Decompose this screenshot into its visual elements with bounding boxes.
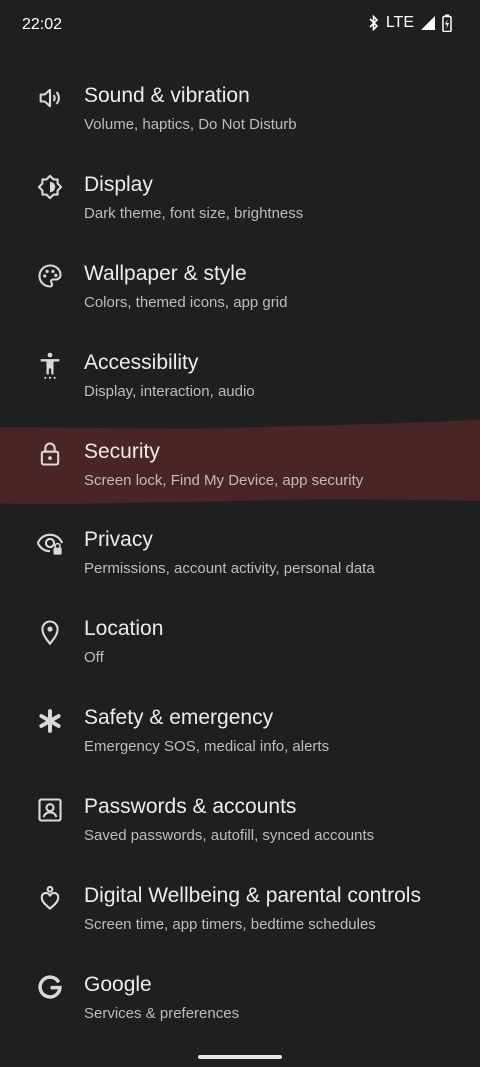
settings-item-wellbeing[interactable]: Digital Wellbeing & parental controls Sc… bbox=[0, 854, 480, 943]
status-bar: 22:02 LTE bbox=[0, 0, 480, 52]
settings-item-google[interactable]: Google Services & preferences bbox=[0, 943, 480, 1032]
settings-item-title: Security bbox=[84, 439, 160, 463]
speaker-icon bbox=[36, 84, 64, 112]
settings-item-subtitle: Permissions, account activity, personal … bbox=[84, 560, 375, 578]
settings-item-subtitle: Off bbox=[84, 649, 104, 667]
settings-item-title: Privacy bbox=[84, 528, 153, 552]
settings-item-title: Google bbox=[84, 972, 152, 996]
settings-item-passwords[interactable]: Passwords & accounts Saved passwords, au… bbox=[0, 765, 480, 854]
eye-lock-icon bbox=[36, 529, 64, 557]
brightness-icon bbox=[36, 173, 64, 201]
settings-item-title: Safety & emergency bbox=[84, 706, 274, 730]
settings-item-subtitle: Display, interaction, audio bbox=[84, 382, 255, 400]
settings-item-privacy[interactable]: Privacy Permissions, account activity, p… bbox=[0, 498, 480, 587]
asterisk-icon bbox=[36, 707, 64, 735]
settings-item-subtitle: Emergency SOS, medical info, alerts bbox=[84, 738, 330, 756]
settings-item-safety[interactable]: Safety & emergency Emergency SOS, medica… bbox=[0, 676, 480, 765]
settings-item-title: Digital Wellbeing & parental controls bbox=[84, 884, 421, 908]
account-box-icon bbox=[36, 796, 64, 824]
settings-item-title: Passwords & accounts bbox=[84, 795, 297, 819]
status-icons: LTE bbox=[368, 14, 452, 32]
settings-item-subtitle: Volume, haptics, Do Not Disturb bbox=[84, 116, 297, 133]
network-type: LTE bbox=[385, 14, 414, 31]
settings-item-subtitle: Services & preferences bbox=[84, 1004, 240, 1022]
settings-item-subtitle: Saved passwords, autofill, synced accoun… bbox=[84, 827, 375, 845]
status-time: 22:02 bbox=[22, 16, 63, 33]
location-pin-icon bbox=[36, 618, 64, 646]
signal-icon bbox=[420, 15, 436, 31]
lock-icon bbox=[36, 440, 64, 468]
battery-icon bbox=[442, 14, 452, 32]
gesture-nav-handle[interactable] bbox=[198, 1055, 282, 1059]
settings-item-title: Wallpaper & style bbox=[84, 261, 247, 285]
bluetooth-icon bbox=[368, 15, 380, 31]
settings-item-title: Display bbox=[84, 172, 153, 196]
settings-list: Sound & vibration Volume, haptics, Do No… bbox=[0, 54, 480, 1032]
wellbeing-heart-icon bbox=[36, 884, 64, 912]
settings-item-title: Sound & vibration bbox=[84, 84, 250, 107]
settings-item-sound[interactable]: Sound & vibration Volume, haptics, Do No… bbox=[0, 54, 480, 143]
settings-item-subtitle: Colors, themed icons, app grid bbox=[84, 293, 288, 311]
settings-item-title: Location bbox=[84, 617, 164, 641]
settings-item-wallpaper[interactable]: Wallpaper & style Colors, themed icons, … bbox=[0, 232, 480, 321]
settings-item-subtitle: Dark theme, font size, brightness bbox=[84, 204, 304, 222]
settings-item-title: Accessibility bbox=[84, 350, 199, 374]
settings-item-subtitle: Screen time, app timers, bedtime schedul… bbox=[84, 916, 376, 934]
settings-item-display[interactable]: Display Dark theme, font size, brightnes… bbox=[0, 143, 480, 232]
settings-item-subtitle: Screen lock, Find My Device, app securit… bbox=[84, 471, 364, 489]
settings-item-location[interactable]: Location Off bbox=[0, 587, 480, 676]
accessibility-icon bbox=[36, 351, 64, 379]
settings-item-accessibility[interactable]: Accessibility Display, interaction, audi… bbox=[0, 321, 480, 410]
palette-icon bbox=[36, 262, 64, 290]
settings-item-security[interactable]: Security Screen lock, Find My Device, ap… bbox=[0, 410, 480, 499]
google-g-icon bbox=[36, 973, 64, 1001]
